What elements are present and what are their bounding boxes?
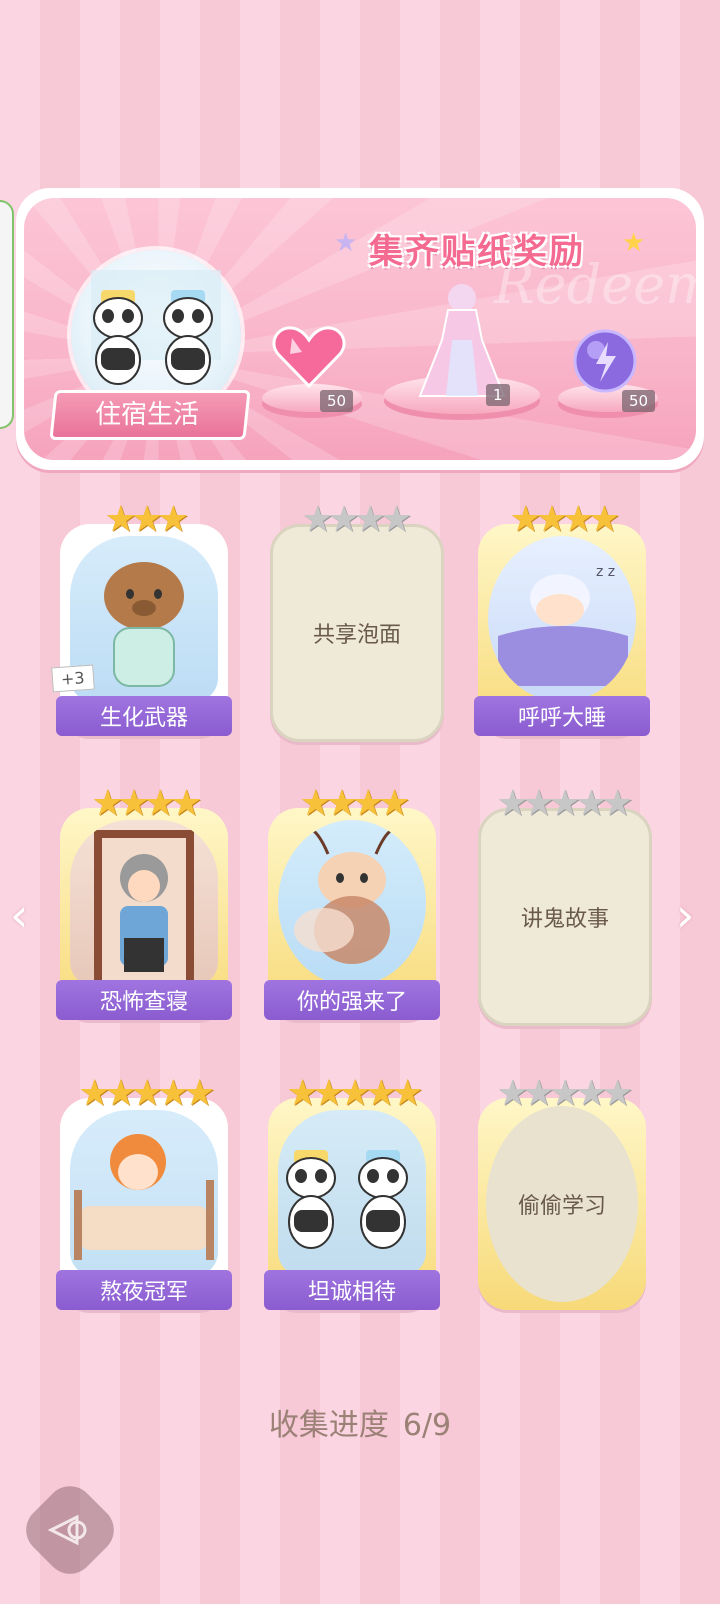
progress-label: 收集进度 xyxy=(268,1408,389,1443)
sticker-card[interactable]: ★★★★★ 熬夜冠军 xyxy=(56,1074,232,1310)
sticker-card[interactable]: z z ★★★★ 呼呼大睡 xyxy=(474,500,650,736)
sticker-card-locked[interactable]: 讲鬼故事 ★★★★★ xyxy=(478,784,652,1026)
reward-count: 50 xyxy=(622,390,656,412)
panda-bath-icon xyxy=(278,1110,426,1276)
sticker-card[interactable]: ★★★ +3 生化武器 xyxy=(51,500,232,736)
star-rating: ★★★★★ xyxy=(496,1073,633,1114)
card-frame: 偷偷学习 xyxy=(478,1098,646,1310)
reward-count: 50 xyxy=(320,390,354,412)
star-rating: ★★★★ xyxy=(509,499,620,540)
back-arrow-icon xyxy=(47,1514,87,1546)
heart-gem-icon[interactable] xyxy=(272,324,346,394)
cockroach-icon xyxy=(278,820,426,986)
card-title: 呼呼大睡 xyxy=(474,696,650,736)
dorm-auntie-icon xyxy=(70,820,218,986)
back-button[interactable] xyxy=(16,1476,124,1584)
collection-progress: 收集进度 6/9 xyxy=(0,1400,720,1444)
reward-banner: Redeem ★ ★ 集齐贴纸奖励 住宿生活 50 1 50 xyxy=(16,188,704,470)
sticker-card[interactable]: ★★★★★ 坦诚相待 xyxy=(264,1074,440,1310)
phone-in-bed-icon xyxy=(70,1110,218,1276)
card-title: 生化武器 xyxy=(56,696,232,736)
progress-value: 6/9 xyxy=(402,1408,452,1443)
card-title: 讲鬼故事 xyxy=(520,907,609,932)
bonus-badge: +3 xyxy=(51,664,95,693)
star-rating: ★★★★★ xyxy=(496,783,633,824)
sticker-card-locked[interactable]: 偷偷学习 ★★★★★ xyxy=(478,1074,646,1310)
card-title: 坦诚相待 xyxy=(264,1270,440,1310)
yellow-star-icon: ★ xyxy=(622,228,646,258)
card-frame: 共享泡面 xyxy=(270,524,444,742)
energy-orb-icon[interactable] xyxy=(572,328,638,398)
next-page-arrow-icon[interactable]: › xyxy=(676,888,694,942)
theme-label: 住宿生活 xyxy=(94,400,199,430)
sleeping-boy-icon: z z xyxy=(488,536,636,702)
card-title: 恐怖查寝 xyxy=(56,980,232,1020)
banner-title-wrap: 集齐贴纸奖励 xyxy=(369,226,585,272)
banner-title: 集齐贴纸奖励 xyxy=(369,231,585,272)
card-title: 熬夜冠军 xyxy=(56,1270,232,1310)
star-rating: ★★★★ xyxy=(91,783,202,824)
banner-background: Redeem ★ ★ 集齐贴纸奖励 住宿生活 50 1 50 xyxy=(24,198,696,460)
card-title: 共享泡面 xyxy=(312,623,401,648)
star-rating: ★★★★ xyxy=(299,783,410,824)
star-rating: ★★★★ xyxy=(301,499,412,540)
star-rating: ★★★ xyxy=(104,499,190,540)
reward-count: 1 xyxy=(486,384,510,406)
star-rating: ★★★★★ xyxy=(286,1073,423,1114)
card-title: 偷偷学习 xyxy=(517,1194,606,1219)
purple-star-icon: ★ xyxy=(334,228,358,258)
card-frame: 讲鬼故事 xyxy=(478,808,652,1026)
side-tab[interactable] xyxy=(0,200,14,429)
sticker-card-locked[interactable]: 共享泡面 ★★★★ xyxy=(270,500,444,742)
card-title: 你的强来了 xyxy=(264,980,440,1020)
sticker-card[interactable]: ★★★★ 恐怖查寝 xyxy=(56,784,232,1020)
star-rating: ★★★★★ xyxy=(78,1073,215,1114)
prev-page-arrow-icon[interactable]: ‹ xyxy=(10,888,28,942)
sticker-card[interactable]: ★★★★ 你的强来了 xyxy=(264,784,440,1020)
svg-text:z z: z z xyxy=(596,564,615,580)
